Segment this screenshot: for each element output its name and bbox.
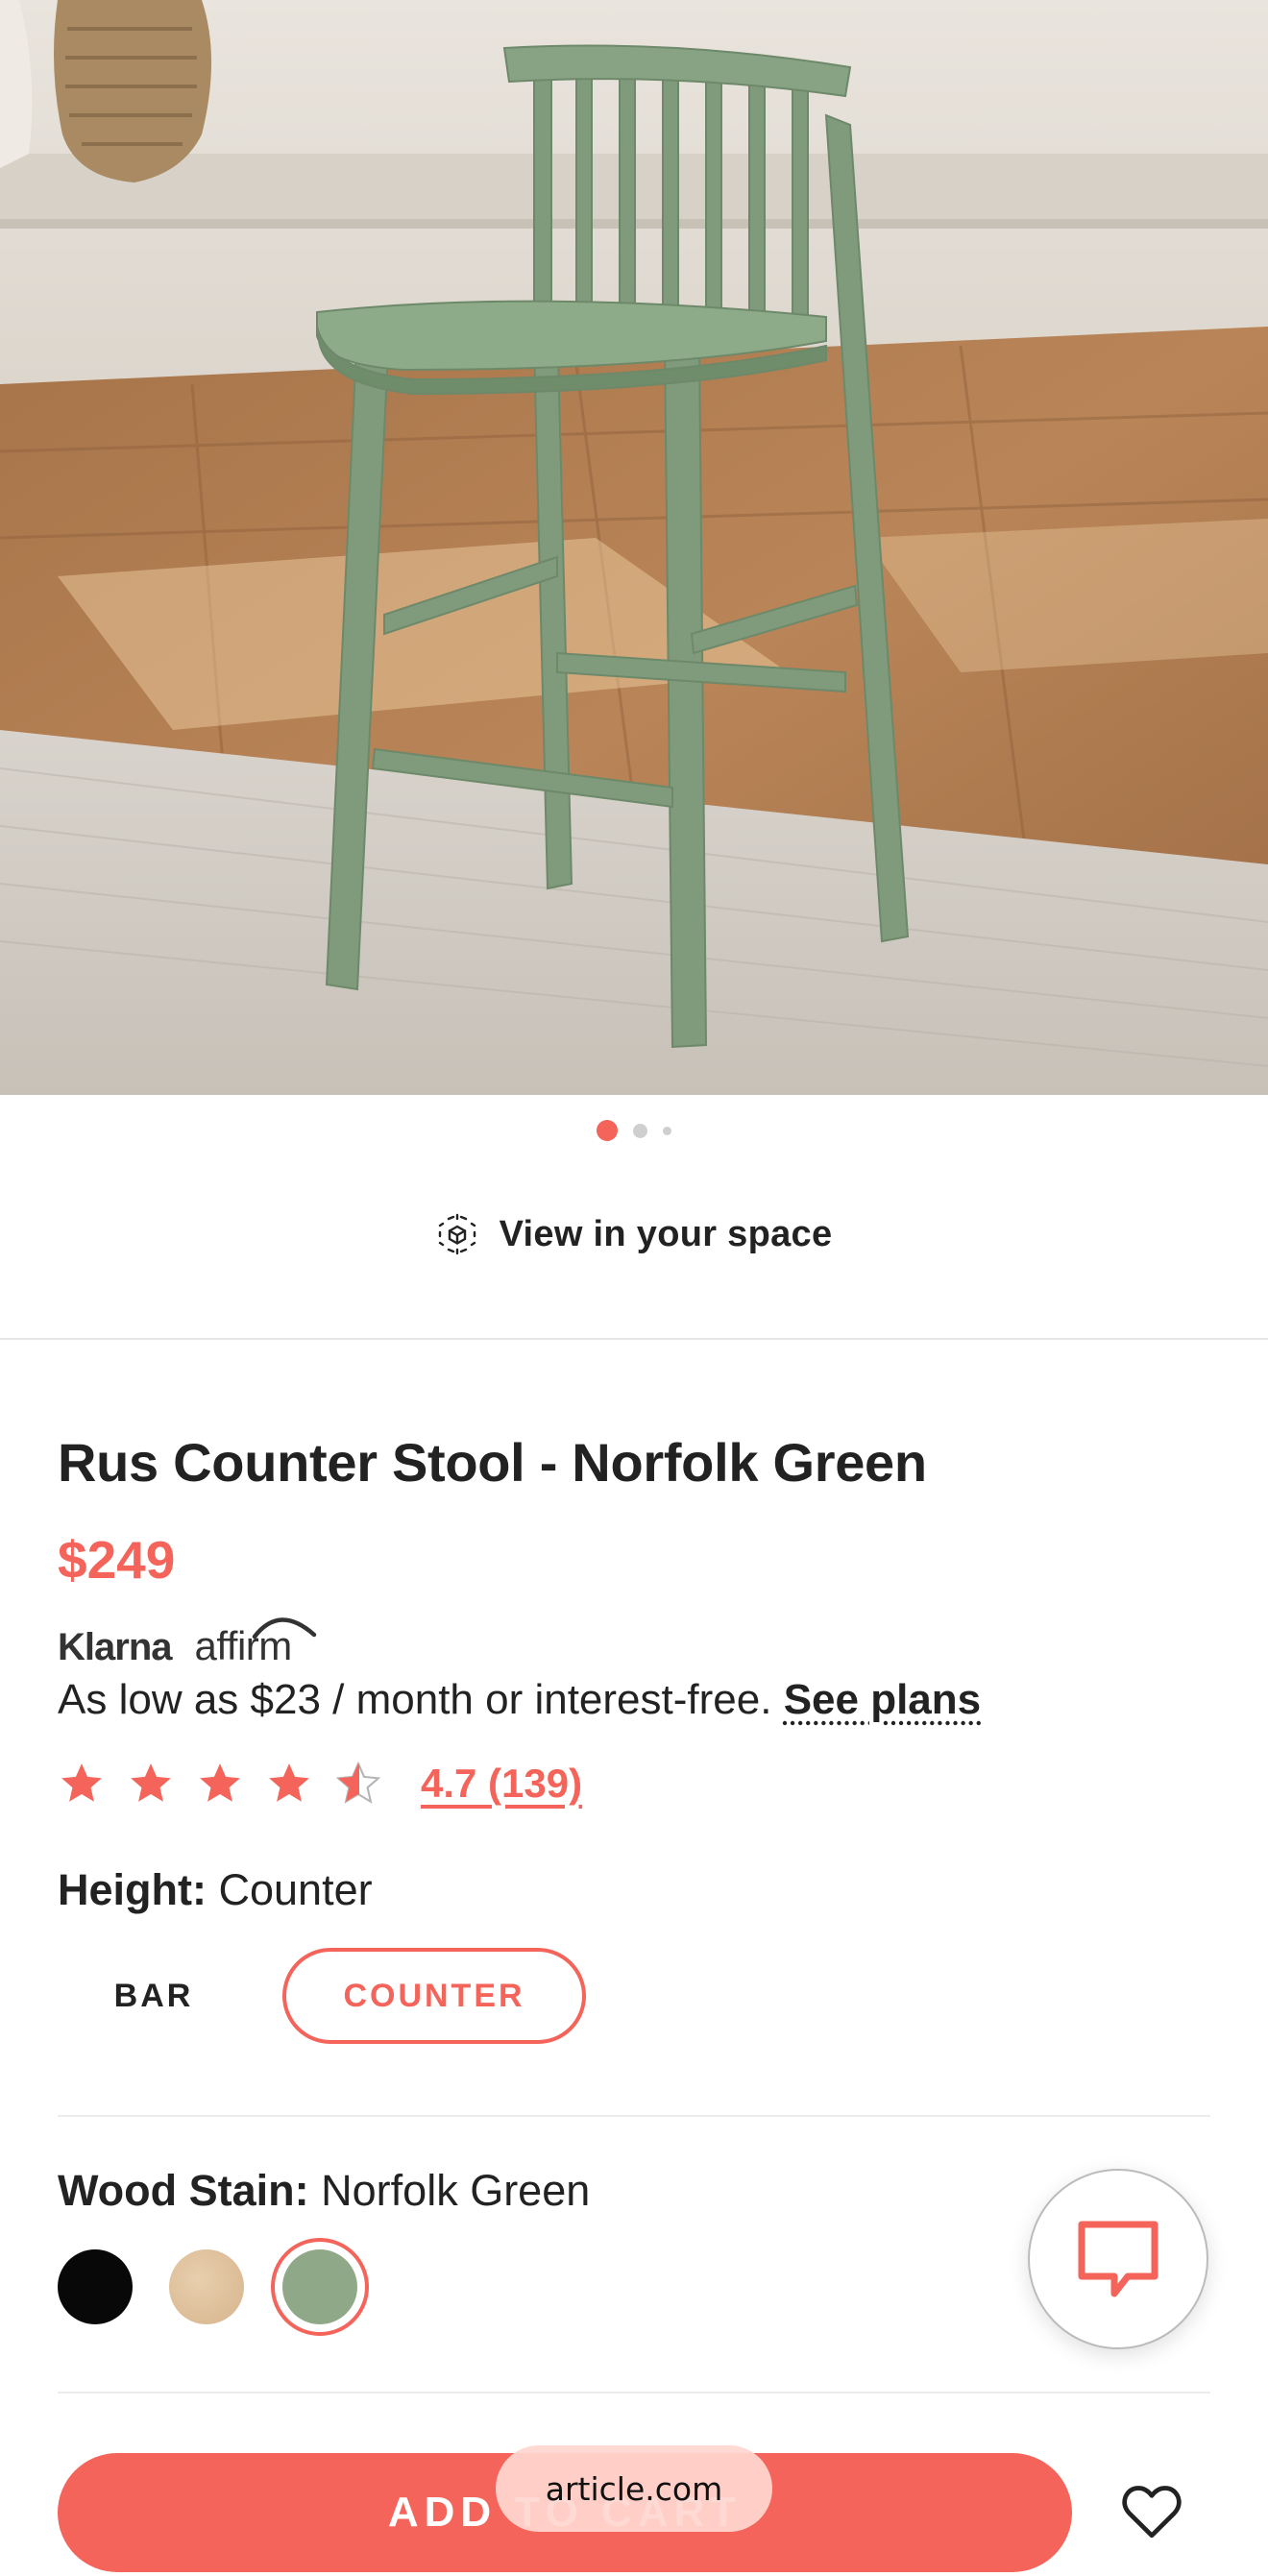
- wood-stain-selected-value: Norfolk Green: [321, 2166, 591, 2215]
- financing-logos: Klarna affirm: [58, 1617, 316, 1669]
- browser-url-pill[interactable]: article.com: [496, 2445, 772, 2532]
- carousel-dot-active[interactable]: [597, 1120, 618, 1141]
- height-label: Height:: [58, 1865, 207, 1914]
- chat-button[interactable]: [1028, 2169, 1208, 2349]
- product-title: Rus Counter Stool - Norfolk Green: [58, 1432, 927, 1493]
- product-price: $249: [58, 1530, 176, 1590]
- view-in-space-button[interactable]: View in your space: [0, 1201, 1268, 1268]
- klarna-logo: Klarna: [58, 1626, 172, 1668]
- stool-photo: [0, 0, 1268, 1095]
- affirm-logo: affirm: [195, 1617, 316, 1669]
- star-full-icon: [131, 1763, 171, 1802]
- swatch-norfolk-green: [282, 2249, 357, 2324]
- carousel-dot[interactable]: [663, 1126, 671, 1135]
- rating-stars: [58, 1760, 382, 1808]
- wood-stain-label: Wood Stain:: [58, 2166, 309, 2215]
- carousel-dot[interactable]: [633, 1123, 647, 1138]
- heart-icon[interactable]: [1118, 2478, 1185, 2545]
- view-in-space-label: View in your space: [499, 1213, 833, 1254]
- swatch-black[interactable]: [58, 2249, 133, 2324]
- see-plans-link[interactable]: See plans: [784, 1676, 981, 1723]
- wood-stain-option-label: Wood Stain: Norfolk Green: [58, 2166, 590, 2216]
- financing-text: As low as $23 / month or interest-free. …: [58, 1676, 981, 1724]
- section-divider: [0, 1338, 1268, 1340]
- star-full-icon: [61, 1763, 102, 1802]
- height-options: BAR COUNTER: [58, 1948, 586, 2044]
- section-divider: [58, 2392, 1210, 2394]
- star-full-icon: [200, 1763, 240, 1802]
- height-option-label: Height: Counter: [58, 1865, 373, 1915]
- product-rating[interactable]: 4.7 (139): [58, 1760, 582, 1808]
- star-full-icon: [269, 1763, 309, 1802]
- height-option-bar[interactable]: BAR: [58, 1948, 250, 2044]
- affirm-arc-icon: [252, 1617, 316, 1639]
- wood-stain-swatches: [58, 2238, 369, 2336]
- swatch-natural[interactable]: [169, 2249, 244, 2324]
- image-carousel-dots[interactable]: [0, 1120, 1268, 1141]
- chat-bubble-icon: [1078, 2221, 1158, 2297]
- product-image[interactable]: [0, 0, 1268, 1095]
- swatch-norfolk-green-selected[interactable]: [271, 2238, 369, 2336]
- reviews-link[interactable]: 4.7 (139): [421, 1761, 582, 1807]
- star-half-icon: [335, 1761, 381, 1804]
- section-divider: [58, 2115, 1210, 2117]
- ar-cube-icon: [438, 1213, 476, 1255]
- height-option-counter[interactable]: COUNTER: [282, 1948, 586, 2044]
- height-selected-value: Counter: [218, 1865, 373, 1914]
- financing-copy: As low as $23 / month or interest-free.: [58, 1676, 772, 1723]
